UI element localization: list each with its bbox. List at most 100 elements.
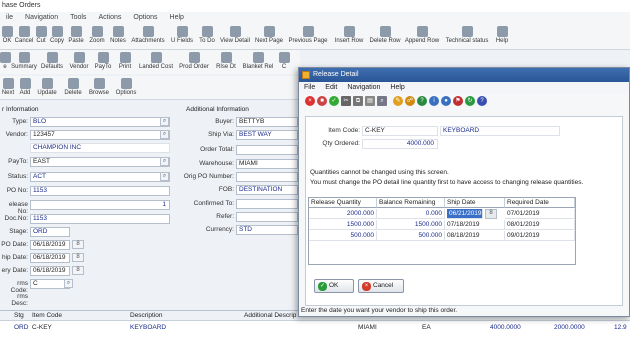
menu-navigation[interactable]: Navigation	[19, 12, 64, 24]
fob-field[interactable]: DESTINATION	[236, 185, 298, 195]
dialog-menu-edit[interactable]: Edit	[320, 82, 342, 94]
toolbar-button-c[interactable]: C	[276, 51, 292, 70]
info-icon[interactable]: i	[429, 96, 439, 106]
podate-calendar-icon[interactable]: 8	[72, 240, 84, 249]
toolbar-button-blanket-rel[interactable]: Blanket Rel	[240, 51, 276, 70]
toolbar-button-landed-cost[interactable]: Landed Cost	[136, 51, 176, 70]
copy-icon[interactable]: ⧉	[353, 96, 363, 106]
terms-lookup-icon[interactable]: ⌕	[64, 279, 73, 288]
type-field[interactable]: BLO	[30, 117, 170, 127]
col-stg[interactable]: Stg	[14, 311, 24, 321]
menu-file[interactable]: ile	[0, 12, 19, 24]
toolbar-button-paste[interactable]: Paste	[66, 25, 86, 44]
toolbar-button-update[interactable]: Update	[34, 77, 60, 96]
question-icon[interactable]: ?	[477, 96, 487, 106]
zoom-icon[interactable]: ⌕	[377, 96, 387, 106]
toolbar-button-print[interactable]: Print	[114, 51, 136, 70]
toolbar-button-ok[interactable]: OK	[0, 25, 14, 44]
toolbar-button-rlse-dt[interactable]: Rlse Dt	[212, 51, 240, 70]
col-item-code[interactable]: Item Code	[32, 311, 62, 321]
dialog-menu-file[interactable]: File	[299, 82, 320, 94]
col-required-date[interactable]: Required Date	[505, 198, 575, 208]
toolbar-button-insert-row[interactable]: Insert Row	[330, 25, 368, 44]
notes-icon[interactable]: ✎	[393, 96, 403, 106]
type-lookup-icon[interactable]: ⌕	[160, 117, 169, 126]
menu-help[interactable]: Help	[164, 12, 190, 24]
toolbar-button-defaults[interactable]: Defaults	[38, 51, 66, 70]
vendor-field[interactable]: 123457	[30, 130, 170, 140]
toolbar-button-copy[interactable]: Copy	[48, 25, 66, 44]
menu-tools[interactable]: Tools	[64, 12, 92, 24]
toolbar-button-to-do[interactable]: To Do	[196, 25, 218, 44]
attach-icon[interactable]: ☍	[405, 96, 415, 106]
toolbar-button-delete[interactable]: Delete	[60, 77, 86, 96]
toolbar-button-prod-order[interactable]: Prod Order	[176, 51, 212, 70]
refer-field[interactable]	[236, 212, 298, 222]
confirmed-field[interactable]	[236, 199, 298, 209]
docno-field[interactable]: 1153	[30, 214, 170, 224]
col-release-qty[interactable]: Release Quantity	[309, 198, 377, 208]
ship-date-input[interactable]: 06/21/2019	[447, 209, 483, 219]
dialog-menu-navigation[interactable]: Navigation	[342, 82, 385, 94]
toolbar-button-previous-page[interactable]: Previous Page	[286, 25, 330, 44]
toolbar-button-view-detail[interactable]: View Detail	[218, 25, 252, 44]
flag-icon[interactable]: ⚑	[453, 96, 463, 106]
toolbar-button-cancel[interactable]: Cancel	[14, 25, 34, 44]
toolbar-button-next[interactable]: Next	[0, 77, 16, 96]
release-field[interactable]: 1	[30, 200, 170, 210]
ship-date-cell[interactable]: 07/18/2019	[445, 220, 505, 230]
table-row[interactable]: ORD C-KEY KEYBOARD MIAMI EA 4000.0000 20…	[0, 322, 630, 333]
buyer-field[interactable]: BETTYB	[236, 117, 298, 127]
toolbar-button-technical-status[interactable]: Technical status	[442, 25, 492, 44]
origpo-field[interactable]	[236, 172, 298, 182]
cut-icon[interactable]: ✂	[341, 96, 351, 106]
toolbar-button-e[interactable]: e	[0, 51, 11, 70]
menu-options[interactable]: Options	[127, 12, 163, 24]
shipvia-field[interactable]: BEST WAY	[236, 130, 298, 140]
toolbar-button-add[interactable]: Add	[16, 77, 34, 96]
toolbar-button-payto[interactable]: PayTo	[92, 51, 114, 70]
dialog-menu-help[interactable]: Help	[385, 82, 409, 94]
col-description[interactable]: Description	[130, 311, 163, 321]
ship-date-calendar-icon[interactable]: 8	[485, 209, 497, 219]
stage-field[interactable]: ORD	[30, 227, 70, 237]
delivery-field[interactable]: 06/18/2019	[30, 266, 70, 276]
globe-icon[interactable]: ●	[441, 96, 451, 106]
delivery-calendar-icon[interactable]: 8	[72, 266, 84, 275]
toolbar-button-notes[interactable]: Notes	[108, 25, 128, 44]
podate-field[interactable]: 06/18/2019	[30, 240, 70, 250]
cancel-icon[interactable]: ×	[305, 96, 315, 106]
cancel-button[interactable]: × Cancel	[358, 279, 404, 293]
ship-date-cell[interactable]: 08/18/2019	[445, 231, 505, 241]
refresh-icon[interactable]: ↻	[465, 96, 475, 106]
menu-actions[interactable]: Actions	[92, 12, 127, 24]
payto-lookup-icon[interactable]: ⌕	[160, 157, 169, 166]
toolbar-button-help[interactable]: Help	[492, 25, 512, 44]
toolbar-button-append-row[interactable]: Append Row	[402, 25, 442, 44]
toolbar-button-cut[interactable]: Cut	[34, 25, 48, 44]
toolbar-button-options[interactable]: Options	[112, 77, 140, 96]
status-field[interactable]: ACT	[30, 172, 170, 182]
col-additional-desc[interactable]: Additional Descrip	[244, 311, 296, 321]
col-ship-date[interactable]: Ship Date	[445, 198, 505, 208]
toolbar-button-attachments[interactable]: Attachments	[128, 25, 168, 44]
toolbar-button-zoom[interactable]: Zoom	[86, 25, 108, 44]
shipdate-field[interactable]: 06/18/2019	[30, 253, 70, 263]
dialog-titlebar[interactable]: Release Detail	[299, 68, 629, 82]
pono-field[interactable]: 1153	[30, 186, 170, 196]
toolbar-button-u-fields[interactable]: U Fields	[168, 25, 196, 44]
help-icon[interactable]: ?	[417, 96, 427, 106]
toolbar-button-summary[interactable]: Summary	[10, 51, 38, 70]
payto-field[interactable]: EAST	[30, 157, 170, 167]
warehouse-field[interactable]: MIAMI	[236, 159, 298, 169]
status-lookup-icon[interactable]: ⌕	[160, 172, 169, 181]
currency-field[interactable]: STD	[236, 225, 298, 235]
toolbar-button-browse[interactable]: Browse	[86, 77, 112, 96]
ok-button[interactable]: ✓ OK	[314, 279, 354, 293]
toolbar-button-next-page[interactable]: Next Page	[252, 25, 286, 44]
shipdate-calendar-icon[interactable]: 8	[72, 253, 84, 262]
toolbar-button-vendor[interactable]: Vendor	[66, 51, 92, 70]
paste-icon[interactable]: ▤	[365, 96, 375, 106]
vendor-lookup-icon[interactable]: ⌕	[160, 130, 169, 139]
toolbar-button-delete-row[interactable]: Delete Row	[368, 25, 402, 44]
